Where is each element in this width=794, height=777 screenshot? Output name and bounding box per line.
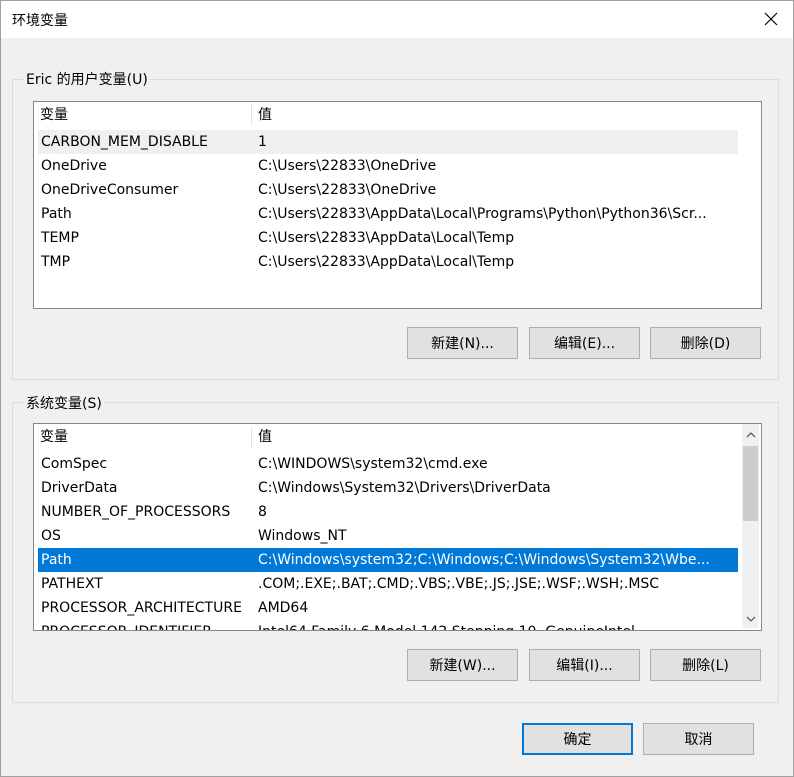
variable-value: AMD64 [258,600,309,616]
table-row[interactable]: DriverData C:\Windows\System32\Drivers\D… [38,476,738,500]
chevron-down-icon [746,616,755,622]
variable-value: C:\Users\22833\AppData\Local\Temp [258,254,515,270]
scroll-down-button[interactable] [742,610,759,627]
variable-name: CARBON_MEM_DISABLE [41,134,208,150]
system-variables-list[interactable]: 变量 值 ComSpec C:\WINDOWS\system32\cmd.exe… [33,423,762,631]
table-row[interactable]: PROCESSOR_IDENTIFIER Intel64 Family 6 Mo… [38,620,738,630]
user-variables-label: Eric 的用户变量(U) [24,69,150,89]
close-button[interactable] [748,0,794,38]
variable-name: Path [41,552,72,568]
system-delete-button[interactable]: 删除(L) [650,649,761,681]
list-header: 变量 值 [34,424,761,450]
table-row[interactable]: Path C:\Users\22833\AppData\Local\Progra… [38,202,738,226]
variable-value: C:\Users\22833\OneDrive [258,182,437,198]
variable-name: Path [41,206,72,222]
table-row[interactable]: OS Windows_NT [38,524,738,548]
table-row[interactable]: TEMP C:\Users\22833\AppData\Local\Temp [38,226,738,250]
variable-value: 8 [258,504,267,520]
table-row[interactable]: PATHEXT .COM;.EXE;.BAT;.CMD;.VBS;.VBE;.J… [38,572,738,596]
vertical-scrollbar[interactable] [742,424,759,628]
close-icon [764,12,778,26]
column-header-value[interactable]: 值 [252,424,742,450]
cancel-button[interactable]: 取消 [643,723,754,755]
user-new-button[interactable]: 新建(N)... [407,327,518,359]
variable-value: C:\Windows\System32\Drivers\DriverData [258,480,551,496]
variable-name: OneDriveConsumer [41,182,179,198]
variable-value: C:\Users\22833\AppData\Local\Temp [258,230,515,246]
variable-name: OS [41,528,61,544]
variable-value: Windows_NT [258,528,347,544]
variable-name: OneDrive [41,158,107,174]
table-row[interactable]: NUMBER_OF_PROCESSORS 8 [38,500,738,524]
table-row[interactable]: TMP C:\Users\22833\AppData\Local\Temp [38,250,738,274]
window-title: 环境变量 [12,13,68,29]
column-header-value[interactable]: 值 [252,102,752,128]
column-header-name[interactable]: 变量 [34,102,251,128]
variable-name: DriverData [41,480,118,496]
variable-value: C:\WINDOWS\system32\cmd.exe [258,456,488,472]
variable-value: 1 [258,134,267,150]
variable-value: Intel64 Family 6 Model 142 Stepping 10, … [258,620,736,630]
scroll-up-button[interactable] [742,426,759,443]
chevron-up-icon [746,431,755,437]
column-header-name[interactable]: 变量 [34,424,251,450]
system-new-button[interactable]: 新建(W)... [407,649,518,681]
table-row-selected[interactable]: Path C:\Windows\system32;C:\Windows;C:\W… [38,548,738,572]
variable-name: NUMBER_OF_PROCESSORS [41,504,231,520]
variable-value: .COM;.EXE;.BAT;.CMD;.VBS;.VBE;.JS;.JSE;.… [258,576,660,592]
user-variables-list[interactable]: 变量 值 CARBON_MEM_DISABLE 1 OneDrive C:\Us… [33,101,762,309]
ok-button[interactable]: 确定 [522,723,633,755]
variable-name: TEMP [41,230,79,246]
system-edit-button[interactable]: 编辑(I)... [529,649,640,681]
table-row[interactable]: CARBON_MEM_DISABLE 1 [38,130,738,154]
list-header: 变量 值 [34,102,761,128]
variable-value: C:\Users\22833\AppData\Local\Programs\Py… [258,206,707,222]
variable-value: C:\Users\22833\OneDrive [258,158,437,174]
variable-name: ComSpec [41,456,108,472]
table-row[interactable]: ComSpec C:\WINDOWS\system32\cmd.exe [38,452,738,476]
system-variables-label: 系统变量(S) [24,393,104,413]
variable-name: PROCESSOR_IDENTIFIER [41,620,212,630]
variable-name: PROCESSOR_ARCHITECTURE [41,600,242,616]
variable-name: PATHEXT [41,576,103,592]
table-row[interactable]: OneDrive C:\Users\22833\OneDrive [38,154,738,178]
variable-name: TMP [41,254,71,270]
table-row[interactable]: PROCESSOR_ARCHITECTURE AMD64 [38,596,738,620]
table-row[interactable]: OneDriveConsumer C:\Users\22833\OneDrive [38,178,738,202]
scroll-thumb[interactable] [743,446,758,521]
user-edit-button[interactable]: 编辑(E)... [529,327,640,359]
variable-value: C:\Windows\system32;C:\Windows;C:\Window… [258,552,710,568]
user-delete-button[interactable]: 删除(D) [650,327,761,359]
title-bar: 环境变量 [0,0,794,38]
